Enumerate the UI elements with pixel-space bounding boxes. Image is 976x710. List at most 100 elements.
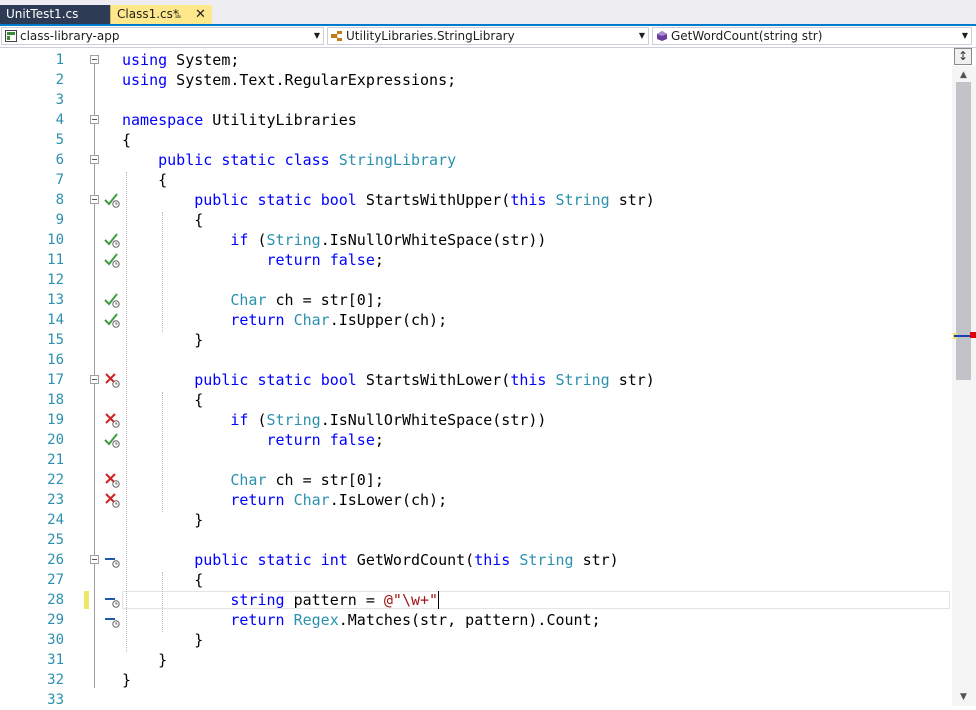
test-passed-icon[interactable] — [104, 232, 120, 248]
code-token: } — [122, 331, 204, 349]
code-line[interactable]: 16 — [0, 350, 952, 370]
test-failed-icon[interactable] — [104, 492, 120, 508]
class-dropdown[interactable]: UtilityLibraries.StringLibrary ▼ — [327, 27, 649, 45]
scroll-down-icon[interactable]: ▼ — [960, 692, 967, 702]
test-failed-icon[interactable] — [104, 412, 120, 428]
code-line[interactable]: 2 using System.Text.RegularExpressions; — [0, 70, 952, 90]
code-text[interactable]: return Char.IsLower(ch); — [122, 490, 447, 510]
code-text[interactable]: string pattern = @"\w+" — [122, 590, 438, 610]
indent-guide — [162, 392, 163, 512]
code-text[interactable]: { — [122, 170, 167, 190]
code-text[interactable]: public static class StringLibrary — [122, 150, 456, 170]
code-line[interactable]: 24 } — [0, 510, 952, 530]
code-line[interactable]: 17 public static bool StartsWithLower(th… — [0, 370, 952, 390]
tab-class1[interactable]: Class1.cs* ⫨ ✕ — [110, 5, 212, 24]
code-text[interactable]: { — [122, 130, 131, 150]
code-line[interactable]: 31 } — [0, 650, 952, 670]
code-text[interactable]: } — [122, 330, 203, 350]
code-line[interactable]: 13 Char ch = str[0]; — [0, 290, 952, 310]
line-number: 21 — [47, 452, 64, 468]
code-text[interactable]: return Regex.Matches(str, pattern).Count… — [122, 610, 600, 630]
code-text[interactable]: if (String.IsNullOrWhiteSpace(str)) — [122, 410, 546, 430]
code-token: { — [122, 131, 132, 149]
test-passed-icon[interactable] — [104, 312, 120, 328]
line-number: 26 — [47, 552, 64, 568]
test-passed-icon[interactable] — [104, 432, 120, 448]
code-line[interactable]: 18 { — [0, 390, 952, 410]
split-window-button[interactable]: ↕ — [954, 48, 972, 65]
project-dropdown[interactable]: class-library-app ▼ — [1, 27, 324, 45]
code-line[interactable]: 9 { — [0, 210, 952, 230]
code-line[interactable]: 26 public static int GetWordCount(this S… — [0, 550, 952, 570]
collapse-toggle[interactable] — [90, 195, 99, 204]
code-line[interactable]: 12 — [0, 270, 952, 290]
code-line[interactable]: 30 } — [0, 630, 952, 650]
member-dropdown[interactable]: GetWordCount(string str) ▼ — [652, 27, 972, 45]
code-text[interactable]: } — [122, 650, 167, 670]
code-token: return — [266, 251, 321, 269]
vertical-scrollbar[interactable]: ▲ ▼ — [952, 66, 976, 706]
code-editor[interactable]: 1 using System; 2 using System.Text.Regular… — [0, 48, 952, 708]
code-line[interactable]: 10 if (String.IsNullOrWhiteSpace(str)) — [0, 230, 952, 250]
code-token: ( — [248, 411, 267, 429]
code-token: static — [257, 551, 312, 569]
pin-icon[interactable]: ⫨ — [175, 5, 181, 24]
code-line[interactable]: 7 { — [0, 170, 952, 190]
code-text[interactable]: using System; — [122, 50, 239, 70]
collapse-toggle[interactable] — [90, 55, 99, 64]
code-text[interactable]: } — [122, 630, 203, 650]
close-icon[interactable]: ✕ — [195, 5, 206, 24]
code-text[interactable]: if (String.IsNullOrWhiteSpace(str)) — [122, 230, 546, 250]
code-text[interactable]: } — [122, 670, 131, 690]
code-line[interactable]: 33 — [0, 690, 952, 710]
code-text[interactable]: return Char.IsUpper(ch); — [122, 310, 447, 330]
collapse-toggle[interactable] — [90, 555, 99, 564]
code-line[interactable]: 11 return false; — [0, 250, 952, 270]
code-line[interactable]: 29 return Regex.Matches(str, pattern).Co… — [0, 610, 952, 630]
collapse-toggle[interactable] — [90, 375, 99, 384]
test-passed-icon[interactable] — [104, 292, 120, 308]
test-not-run-icon[interactable] — [104, 592, 120, 608]
test-not-run-icon[interactable] — [104, 552, 120, 568]
code-line[interactable]: 3 — [0, 90, 952, 110]
code-text[interactable]: public static bool StartsWithLower(this … — [122, 370, 655, 390]
code-text[interactable]: } — [122, 510, 203, 530]
code-line[interactable]: 5{ — [0, 130, 952, 150]
code-text[interactable]: using System.Text.RegularExpressions; — [122, 70, 456, 90]
code-line[interactable]: 22 Char ch = str[0]; — [0, 470, 952, 490]
collapse-toggle[interactable] — [90, 155, 99, 164]
test-passed-icon[interactable] — [104, 252, 120, 268]
code-line[interactable]: 8 public static bool StartsWithUpper(thi… — [0, 190, 952, 210]
code-line[interactable]: 15 } — [0, 330, 952, 350]
code-line[interactable]: 28 string pattern = @"\w+" — [0, 590, 952, 610]
code-line[interactable]: 6 public static class StringLibrary — [0, 150, 952, 170]
collapse-toggle[interactable] — [90, 115, 99, 124]
code-line[interactable]: 20 return false; — [0, 430, 952, 450]
code-line[interactable]: 27 { — [0, 570, 952, 590]
code-text[interactable]: public static int GetWordCount(this Stri… — [122, 550, 618, 570]
code-text[interactable]: public static bool StartsWithUpper(this … — [122, 190, 655, 210]
code-line[interactable]: 19 if (String.IsNullOrWhiteSpace(str)) — [0, 410, 952, 430]
code-token: GetWordCount( — [347, 551, 475, 569]
scroll-up-icon[interactable]: ▲ — [960, 70, 967, 80]
test-not-run-icon[interactable] — [104, 612, 120, 628]
error-marker — [970, 332, 976, 338]
code-line[interactable]: 21 — [0, 450, 952, 470]
code-line[interactable]: 4 namespace UtilityLibraries — [0, 110, 952, 130]
code-token: String — [266, 411, 321, 429]
code-line[interactable]: 14 return Char.IsUpper(ch); — [0, 310, 952, 330]
tab-unittest1[interactable]: UnitTest1.cs — [0, 5, 110, 24]
code-line[interactable]: 1 using System; — [0, 50, 952, 70]
code-line[interactable]: 32} — [0, 670, 952, 690]
code-line[interactable]: 23 return Char.IsLower(ch); — [0, 490, 952, 510]
test-failed-icon[interactable] — [104, 472, 120, 488]
code-token: public — [194, 371, 249, 389]
line-number: 7 — [55, 172, 64, 188]
code-text[interactable]: namespace UtilityLibraries — [122, 110, 357, 130]
test-passed-icon[interactable] — [104, 192, 120, 208]
code-line[interactable]: 25 — [0, 530, 952, 550]
test-failed-icon[interactable] — [104, 372, 120, 388]
